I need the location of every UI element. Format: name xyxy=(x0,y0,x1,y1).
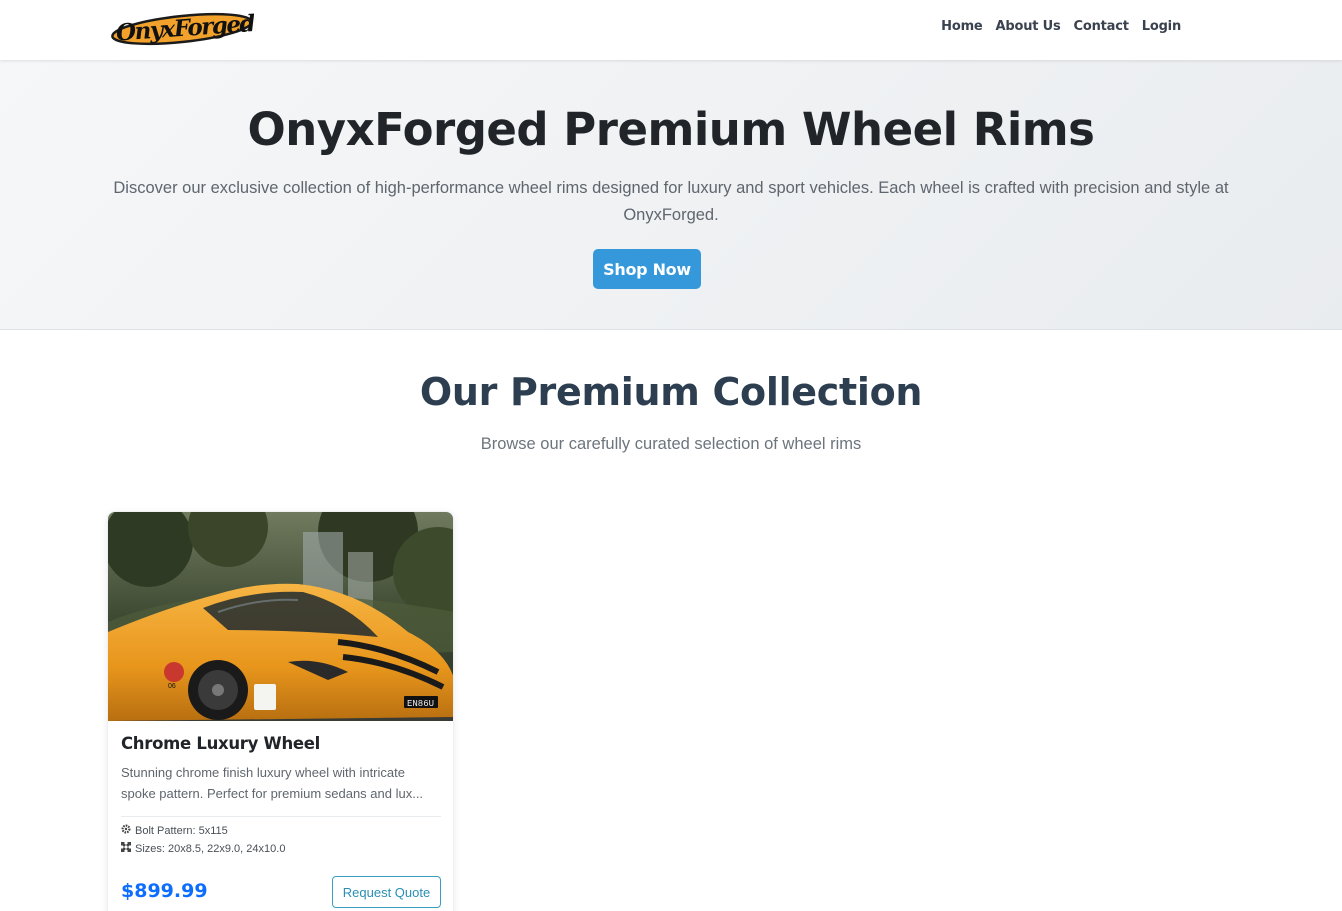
bolt-pattern-spec: Bolt Pattern: 5x115 xyxy=(121,824,441,837)
collection-title: Our Premium Collection xyxy=(419,370,923,414)
nav-contact-link[interactable]: Contact xyxy=(1074,19,1129,34)
bolt-pattern-text: Bolt Pattern: 5x115 xyxy=(135,824,228,837)
gear-icon xyxy=(121,824,135,837)
nav-login-link[interactable]: Login xyxy=(1142,19,1181,34)
svg-text:OnyxForged: OnyxForged xyxy=(115,10,254,47)
product-image[interactable]: 06 EN86U xyxy=(108,512,453,721)
nav-about-link[interactable]: About Us xyxy=(996,19,1061,34)
expand-arrows-icon xyxy=(121,842,135,855)
top-navbar: OnyxForged Home About Us Contact Login xyxy=(0,0,1342,60)
brand-logo[interactable]: OnyxForged xyxy=(110,9,256,49)
request-quote-button[interactable]: Request Quote xyxy=(332,876,441,908)
nav-home-link[interactable]: Home xyxy=(941,19,983,34)
svg-text:EN86U: EN86U xyxy=(407,699,434,709)
product-price: $899.99 xyxy=(121,880,208,902)
product-title[interactable]: Chrome Luxury Wheel xyxy=(121,734,441,753)
svg-text:06: 06 xyxy=(168,683,176,690)
sizes-spec: Sizes: 20x8.5, 22x9.0, 24x10.0 xyxy=(121,842,441,855)
card-divider xyxy=(121,816,441,817)
hero-description: Discover our exclusive collection of hig… xyxy=(113,179,1229,224)
shop-now-button[interactable]: Shop Now xyxy=(593,249,701,289)
product-description: Stunning chrome finish luxury wheel with… xyxy=(121,765,424,801)
hero-section: OnyxForged Premium Wheel Rims Discover o… xyxy=(0,60,1342,330)
sizes-text: Sizes: 20x8.5, 22x9.0, 24x10.0 xyxy=(135,842,286,855)
product-card[interactable]: 06 EN86U Chrome Luxury Wheel Stunning ch… xyxy=(107,511,454,911)
hero-title: OnyxForged Premium Wheel Rims xyxy=(247,103,1095,156)
product-card-body: Chrome Luxury Wheel Stunning chrome fini… xyxy=(121,734,441,855)
collection-subtitle: Browse our carefully curated selection o… xyxy=(480,435,862,453)
main-nav: Home About Us Contact Login xyxy=(941,19,1181,34)
